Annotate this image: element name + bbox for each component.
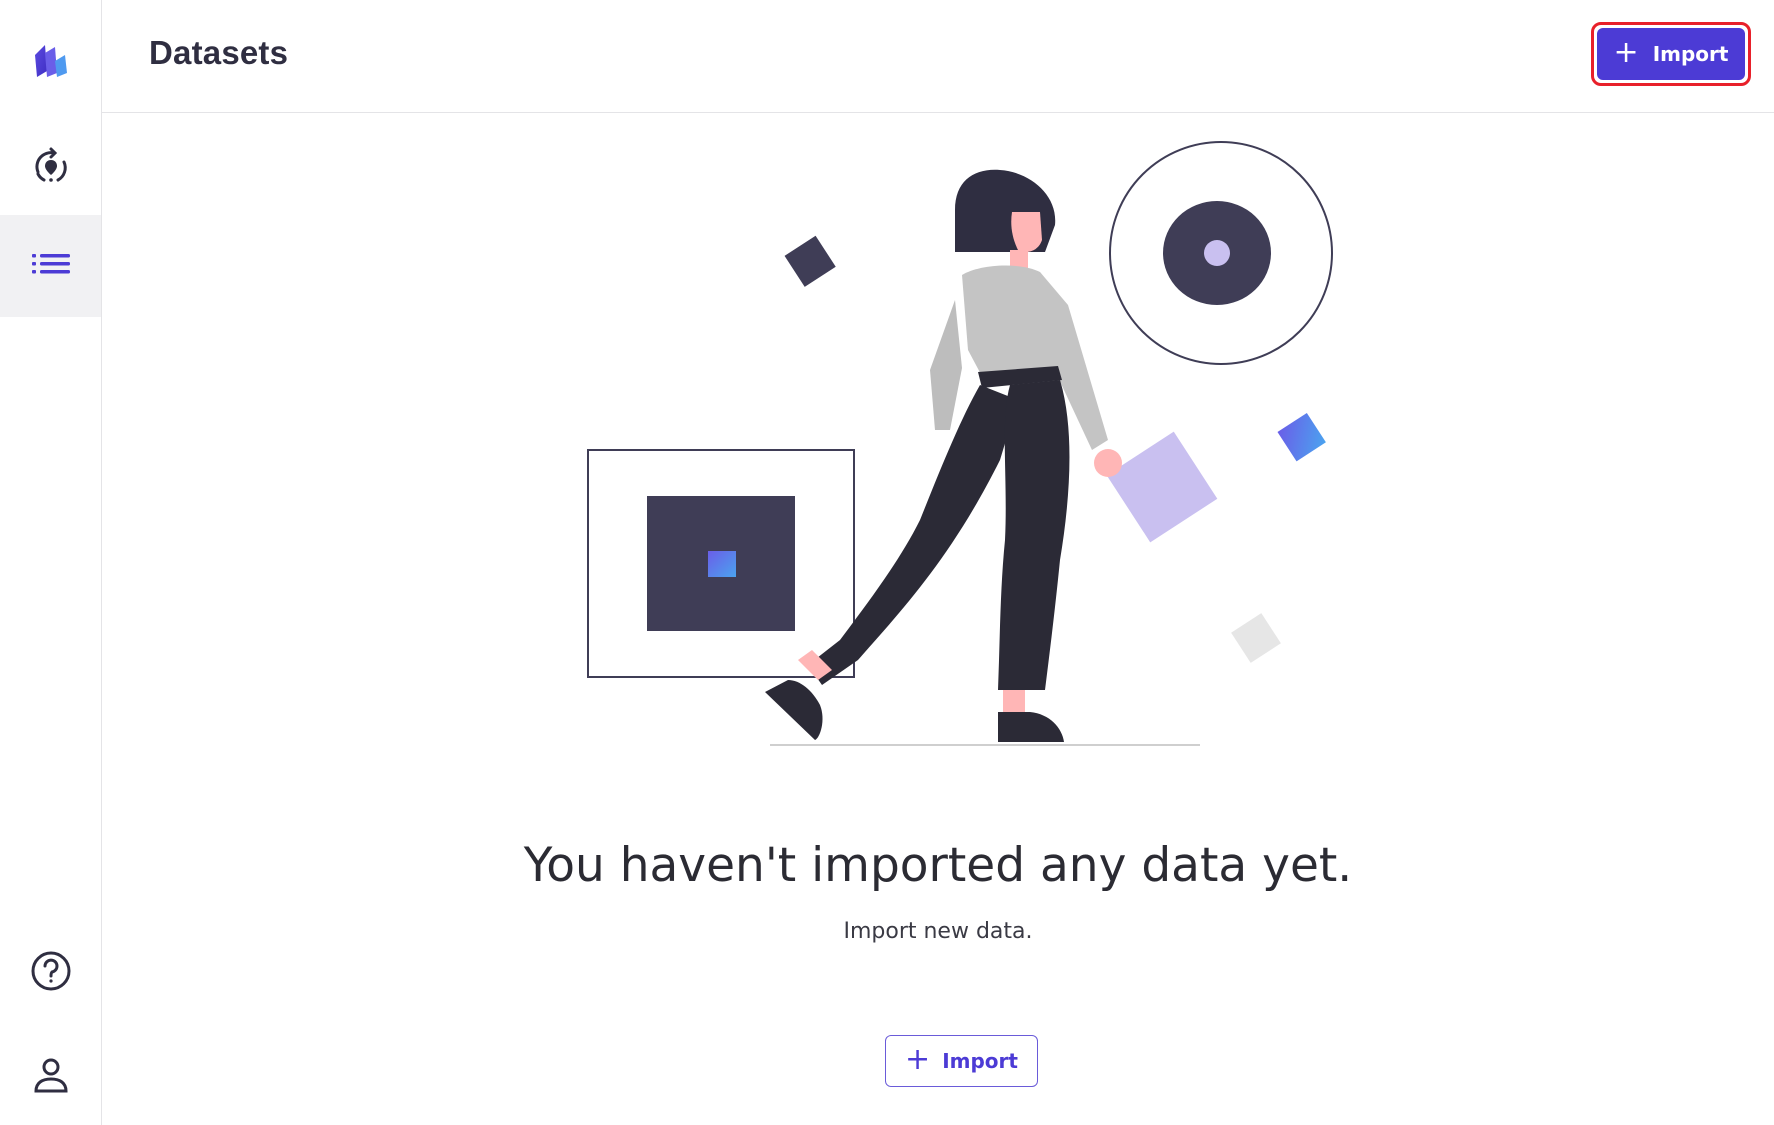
import-button-label: Import: [1652, 42, 1729, 66]
model-refresh-icon: [34, 147, 67, 182]
datasets-list-icon: [31, 254, 70, 274]
plus-icon: +: [1613, 34, 1639, 70]
empty-state-import-button[interactable]: + Import: [885, 1035, 1038, 1087]
target-center-dot: [1204, 240, 1230, 266]
sidebar-item-profile[interactable]: [0, 1024, 101, 1125]
sidebar-item-datasets[interactable]: [0, 215, 101, 317]
frame-center-square: [708, 551, 736, 577]
import-button-highlight: + Import: [1591, 22, 1751, 86]
help-icon: [31, 951, 70, 991]
app-logo-button[interactable]: [0, 10, 101, 112]
gradient-diamond-shape: [1277, 412, 1326, 462]
empty-state-import-label: Import: [942, 1049, 1018, 1073]
page-title: Datasets: [149, 34, 289, 71]
user-profile-icon: [33, 1058, 68, 1093]
empty-state-heading: You haven't imported any data yet.: [523, 838, 1353, 893]
empty-state-illustration: [587, 141, 1333, 746]
sidebar-item-models[interactable]: [0, 116, 101, 218]
dark-diamond-shape: [784, 235, 836, 287]
lavender-diamond-shape: [1106, 431, 1218, 543]
sidebar-item-help[interactable]: [0, 920, 101, 1022]
empty-state-subtext: Import new data.: [843, 919, 1033, 944]
app-logo-icon: [34, 45, 67, 77]
import-button[interactable]: + Import: [1597, 28, 1745, 80]
plus-icon: +: [905, 1041, 931, 1077]
gray-diamond-shape: [1231, 613, 1281, 663]
page-header: Datasets + Import: [102, 0, 1774, 113]
sidebar: [0, 0, 102, 1125]
